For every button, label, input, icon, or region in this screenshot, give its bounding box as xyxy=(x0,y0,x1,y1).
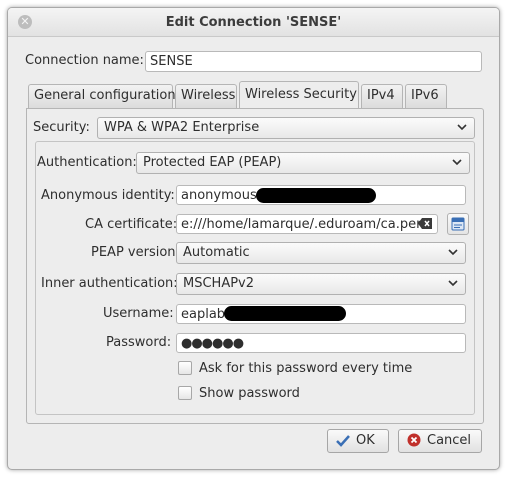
inner-authentication-dropdown[interactable]: MSCHAPv2 xyxy=(176,273,466,295)
chevron-down-icon xyxy=(448,249,458,256)
security-dropdown[interactable]: WPA & WPA2 Enterprise xyxy=(97,117,475,139)
ask-password-checkbox[interactable] xyxy=(178,361,192,375)
tab-wireless[interactable]: Wireless xyxy=(175,84,237,108)
choose-file-button[interactable] xyxy=(447,213,469,235)
wireless-security-panel: Security: WPA & WPA2 Enterprise Authenti… xyxy=(26,108,484,424)
dialog-window: ✕ Edit Connection 'SENSE' Connection nam… xyxy=(7,7,500,470)
chevron-down-icon xyxy=(457,124,467,131)
peap-version-dropdown[interactable]: Automatic xyxy=(176,242,466,264)
tab-ipv6[interactable]: IPv6 xyxy=(405,84,447,108)
anonymous-identity-label: Anonymous identity: xyxy=(41,188,175,203)
connection-name-input[interactable]: SENSE xyxy=(145,51,482,72)
title-bar: ✕ Edit Connection 'SENSE' xyxy=(8,8,499,37)
document-open-icon xyxy=(451,217,465,231)
tab-general-configuration[interactable]: General configuration xyxy=(28,84,176,108)
connection-name-label: Connection name: xyxy=(25,53,144,68)
clear-input-icon[interactable] xyxy=(417,217,433,230)
show-password-checkbox[interactable] xyxy=(178,386,192,400)
authentication-value: Protected EAP (PEAP) xyxy=(143,155,282,170)
username-label: Username: xyxy=(103,306,174,321)
tab-ipv4[interactable]: IPv4 xyxy=(361,84,403,108)
inner-authentication-value: MSCHAPv2 xyxy=(183,276,255,291)
password-input[interactable]: ●●●●●● xyxy=(176,333,466,353)
password-label: Password: xyxy=(106,335,172,350)
redaction-mark xyxy=(224,306,346,321)
tab-wireless-security[interactable]: Wireless Security xyxy=(239,81,359,108)
inner-authentication-label: Inner authentication: xyxy=(41,276,178,291)
cancel-button[interactable]: Cancel xyxy=(398,429,482,453)
peap-version-value: Automatic xyxy=(183,245,250,260)
redaction-mark xyxy=(256,188,376,203)
security-label: Security: xyxy=(33,120,90,135)
peap-version-label: PEAP version: xyxy=(91,245,180,260)
authentication-label: Authentication: xyxy=(37,155,137,170)
ca-certificate-value: e:///home/lamarque/.eduroam/ca.pem xyxy=(181,217,429,232)
ask-password-label[interactable]: Ask for this password every time xyxy=(199,361,412,376)
ca-certificate-label: CA certificate: xyxy=(85,217,178,232)
window-title: Edit Connection 'SENSE' xyxy=(165,15,342,30)
security-value: WPA & WPA2 Enterprise xyxy=(104,120,260,135)
checkmark-icon xyxy=(336,435,350,447)
chevron-down-icon xyxy=(448,280,458,287)
ok-label: OK xyxy=(356,433,375,448)
chevron-down-icon xyxy=(452,159,462,166)
ok-button[interactable]: OK xyxy=(327,429,389,453)
authentication-dropdown[interactable]: Protected EAP (PEAP) xyxy=(136,152,470,174)
cancel-label: Cancel xyxy=(427,433,472,448)
eap-settings-frame: Authentication: Protected EAP (PEAP) Ano… xyxy=(35,141,475,415)
show-password-label[interactable]: Show password xyxy=(199,386,300,401)
ca-certificate-input[interactable]: e:///home/lamarque/.eduroam/ca.pem xyxy=(176,214,438,234)
cancel-icon xyxy=(407,433,421,447)
